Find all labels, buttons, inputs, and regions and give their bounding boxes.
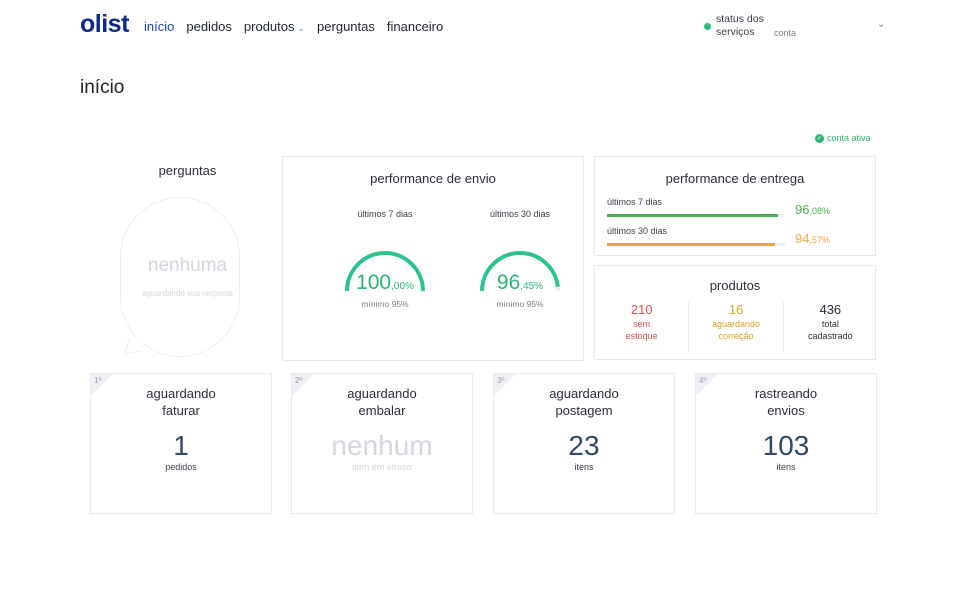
delivery-value-dec: ,08%: [809, 206, 830, 216]
step-title-line1: aguardando: [347, 386, 417, 401]
step-card-postagem[interactable]: 3º aguardando postagem 23 itens: [493, 373, 675, 514]
step-title-line2: envios: [767, 403, 805, 418]
gauge-value-dec: ,00%: [391, 281, 414, 292]
step-unit: itens: [776, 462, 796, 472]
products-title: produtos: [709, 278, 761, 293]
step-title: aguardando postagem: [494, 385, 674, 419]
step-title-line1: rastreando: [754, 386, 818, 401]
step-count: 1: [173, 430, 189, 461]
step-count: nenhum: [331, 430, 433, 461]
delivery-row-value: 94,57%: [795, 231, 830, 246]
check-circle-icon: ✓: [815, 133, 824, 143]
step-unit: item em atraso: [352, 462, 412, 472]
step-title-line2: postagem: [555, 403, 613, 418]
gauge-value: 100,00%: [335, 271, 435, 295]
main-nav: início pedidos produtos ⌄ perguntas finan…: [144, 19, 443, 34]
products-stats: 210 sem estoque 16 aguardando correção 436…: [595, 302, 877, 352]
gauge-value-dec: ,45%: [520, 281, 544, 292]
products-stat-label-line2: correção: [718, 331, 754, 341]
step-number: 3º: [497, 376, 505, 385]
products-stat-label-line1: total: [821, 319, 839, 329]
status-dot-icon: [704, 23, 711, 30]
step-number: 1º: [94, 376, 102, 385]
account-active-label: conta ativa: [827, 133, 871, 143]
perguntas-title: perguntas: [158, 163, 217, 178]
speech-bubble-tail: [124, 335, 146, 355]
products-stat-label-line2: cadastrado: [808, 331, 853, 341]
products-stat-number: 210: [630, 302, 653, 317]
step-number: 4º: [699, 376, 707, 385]
progress-bar: [607, 214, 785, 217]
step-title: rastreando envios: [696, 385, 876, 419]
products-stat-label-line1: sem: [633, 319, 651, 329]
products-total[interactable]: 436 total cadastrado: [784, 302, 877, 352]
gauge-value-int: 96: [496, 271, 521, 294]
nav-inicio[interactable]: início: [144, 19, 174, 34]
perguntas-panel[interactable]: perguntas nenhuma aguardando sua respost…: [100, 163, 275, 368]
step-card-embalar[interactable]: 2º aguardando embalar nenhum item em atra…: [291, 373, 473, 514]
gauge-30-days: últimos 30 dias 96,45% mínimo 95%: [470, 209, 570, 309]
delivery-value-int: 96: [795, 202, 810, 217]
page-title: início: [80, 77, 125, 98]
nav-financeiro[interactable]: financeiro: [387, 19, 443, 34]
gauge-minimum: mínimo 95%: [496, 299, 544, 309]
products-stat-label: total cadastrado: [784, 318, 877, 342]
nav-produtos-label: produtos: [243, 19, 295, 34]
shipping-performance-card[interactable]: performance de envio últimos 7 dias 100,…: [282, 156, 584, 361]
chevron-down-icon: ⌄: [297, 23, 306, 33]
step-card-faturar[interactable]: 1º aguardando faturar 1 pedidos: [90, 373, 272, 514]
step-title: aguardando embalar: [292, 385, 472, 419]
perguntas-empty-sub: aguardando sua resposta: [142, 289, 233, 298]
step-card-rastreando[interactable]: 4º rastreando envios 103 itens: [695, 373, 877, 514]
step-count: 103: [762, 430, 810, 461]
perguntas-empty-label: nenhuma: [147, 255, 228, 276]
delivery-value-dec: ,57%: [809, 235, 830, 245]
products-awaiting-correction[interactable]: 16 aguardando correção: [689, 302, 784, 352]
nav-produtos[interactable]: produtos ⌄: [244, 19, 305, 34]
step-title: aguardando faturar: [91, 385, 271, 419]
products-stat-label: sem estoque: [595, 318, 688, 342]
olist-logo[interactable]: olist: [80, 10, 129, 39]
shipping-performance-title: performance de envio: [370, 171, 496, 186]
speech-bubble-icon: [120, 197, 240, 357]
service-status-label: status dos serviços: [716, 13, 764, 38]
step-title-line1: aguardando: [549, 386, 619, 401]
progress-bar-fill: [607, 243, 776, 246]
progress-bar: [607, 243, 785, 246]
products-card: produtos 210 sem estoque 16 aguardando cor…: [594, 265, 876, 360]
step-title-line2: faturar: [162, 403, 200, 418]
chevron-down-icon[interactable]: ⌄: [877, 19, 885, 30]
delivery-value-int: 94: [795, 231, 810, 246]
top-navigation: olist início pedidos produtos ⌄ perguntas…: [0, 0, 960, 52]
products-stat-label-line2: estoque: [625, 331, 658, 341]
step-title-line1: aguardando: [146, 386, 216, 401]
account-menu-label[interactable]: conta: [774, 28, 796, 38]
gauge-period: últimos 7 dias: [357, 209, 413, 219]
gauge-7-days: últimos 7 dias 100,00% mínimo 95%: [335, 209, 435, 309]
delivery-performance-card[interactable]: performance de entrega últimos 7 dias 96…: [594, 156, 876, 256]
account-active-badge: ✓ conta ativa: [815, 133, 871, 143]
step-title-line2: embalar: [358, 403, 406, 418]
delivery-row-30-days: últimos 30 dias 94,57%: [607, 226, 867, 246]
step-number: 2º: [295, 376, 303, 385]
step-count: 23: [568, 430, 600, 461]
nav-pedidos[interactable]: pedidos: [186, 19, 232, 34]
gauge-value-int: 100: [356, 271, 392, 294]
products-stat-number: 16: [728, 302, 744, 317]
delivery-performance-title: performance de entrega: [665, 171, 805, 186]
products-out-of-stock[interactable]: 210 sem estoque: [595, 302, 690, 352]
service-status[interactable]: status dos serviços: [704, 13, 768, 39]
nav-perguntas[interactable]: perguntas: [317, 19, 375, 34]
products-stat-number: 436: [819, 302, 842, 317]
step-unit: itens: [574, 462, 594, 472]
gauge-value: 96,45%: [470, 271, 570, 295]
delivery-row-7-days: últimos 7 dias 96,08%: [607, 197, 867, 217]
gauge-period: últimos 30 dias: [489, 209, 551, 219]
products-stat-label: aguardando correção: [689, 318, 782, 342]
step-unit: pedidos: [165, 462, 197, 472]
progress-bar-fill: [607, 214, 779, 217]
products-stat-label-line1: aguardando: [711, 319, 761, 329]
gauge-minimum: mínimo 95%: [361, 299, 409, 309]
delivery-row-value: 96,08%: [795, 202, 830, 217]
